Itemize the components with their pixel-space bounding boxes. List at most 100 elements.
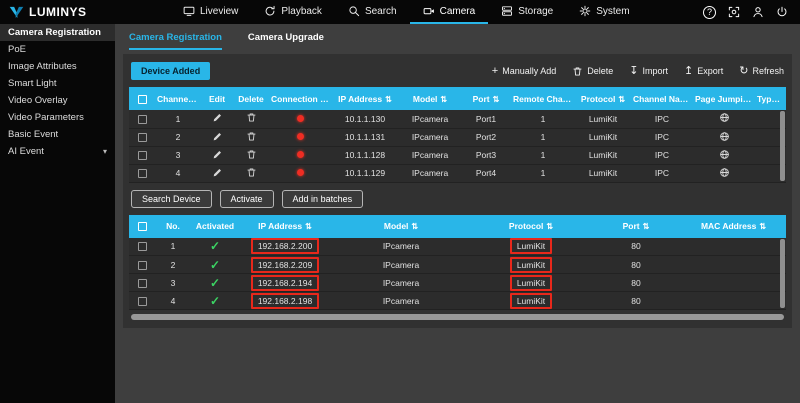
edit-pencil-icon[interactable] — [212, 131, 223, 142]
sidebar-item-video-parameters[interactable]: Video Parameters — [0, 109, 115, 126]
connection-status-dot — [297, 151, 304, 158]
col-protocol[interactable]: Protocol⇅ — [471, 215, 591, 238]
device-added-button[interactable]: Device Added — [131, 62, 210, 80]
col-channel[interactable]: Channel⇅ — [155, 87, 201, 110]
sidebar-item-camera-registration[interactable]: Camera Registration — [0, 24, 115, 41]
sort-icon: ⇅ — [385, 95, 392, 104]
nav-camera[interactable]: Camera — [410, 0, 489, 24]
delete-trash-icon[interactable] — [246, 167, 257, 178]
top-right-icons: ? — [703, 6, 800, 19]
protocol-cell: LumiKit — [575, 128, 631, 146]
sort-icon: ⇅ — [546, 222, 553, 231]
no-cell: 3 — [155, 274, 191, 292]
sidebar-item-video-overlay[interactable]: Video Overlay — [0, 92, 115, 109]
user-icon[interactable] — [752, 6, 764, 18]
col-remote-channel[interactable]: Remote Channel ...⇅ — [511, 87, 575, 110]
col-port[interactable]: Port⇅ — [461, 87, 511, 110]
sidebar-item-basic-event[interactable]: Basic Event — [0, 126, 115, 143]
page-jumping-globe-icon[interactable] — [719, 112, 730, 123]
sidebar-item-ai-event[interactable]: AI Event ▾ — [0, 143, 115, 160]
annotation-box: 192.168.2.198 — [251, 293, 319, 309]
select-all-checkbox[interactable] — [138, 222, 147, 231]
search-icon — [348, 5, 360, 17]
select-all-checkbox[interactable] — [138, 95, 147, 104]
search-table-header-row: No. Activated IP Address⇅ Model⇅ Protoco… — [129, 215, 786, 238]
table-row[interactable]: 2 10.1.1.131 IPcamera Port2 1 LumiKit IP… — [129, 128, 786, 146]
sidebar-item-poe[interactable]: PoE — [0, 41, 115, 58]
sidebar-item-smart-light[interactable]: Smart Light — [0, 75, 115, 92]
annotation-box: LumiKit — [510, 257, 552, 273]
row-checkbox[interactable] — [138, 242, 147, 251]
col-ip-address[interactable]: IP Address⇅ — [239, 215, 331, 238]
page-jumping-globe-icon[interactable] — [719, 131, 730, 142]
page-jumping-globe-icon[interactable] — [719, 167, 730, 178]
mac-address-cell — [681, 274, 786, 292]
delete-trash-icon[interactable] — [246, 131, 257, 142]
nav-search[interactable]: Search — [335, 0, 410, 24]
row-checkbox[interactable] — [138, 169, 147, 178]
manually-add-button[interactable]: + Manually Add — [492, 66, 556, 76]
col-activated: Activated — [191, 215, 239, 238]
col-edit: Edit — [201, 87, 233, 110]
nav-liveview[interactable]: Liveview — [170, 0, 251, 24]
protocol-cell: LumiKit — [471, 256, 591, 274]
row-checkbox[interactable] — [138, 279, 147, 288]
help-icon[interactable]: ? — [703, 6, 716, 19]
col-mac-address[interactable]: MAC Address⇅ — [681, 215, 786, 238]
table-row[interactable]: 4 10.1.1.129 IPcamera Port4 1 LumiKit IP… — [129, 164, 786, 182]
ip-address-cell: 10.1.1.131 — [331, 128, 399, 146]
vertical-scrollbar[interactable] — [780, 239, 785, 309]
add-in-batches-button[interactable]: Add in batches — [282, 190, 364, 208]
horizontal-scrollbar[interactable] — [131, 314, 784, 320]
vertical-scrollbar[interactable] — [780, 111, 785, 181]
plus-icon: + — [492, 66, 498, 76]
nav-system[interactable]: System — [566, 0, 642, 24]
port-cell: 80 — [591, 274, 681, 292]
edit-pencil-icon[interactable] — [212, 167, 223, 178]
col-channel-name[interactable]: Channel Name⇅ — [631, 87, 693, 110]
col-no: No. — [155, 215, 191, 238]
row-checkbox[interactable] — [138, 115, 147, 124]
col-model[interactable]: Model⇅ — [399, 87, 461, 110]
col-model[interactable]: Model⇅ — [331, 215, 471, 238]
edit-pencil-icon[interactable] — [212, 112, 223, 123]
model-cell: IPcamera — [331, 256, 471, 274]
delete-trash-icon[interactable] — [246, 149, 257, 160]
ip-address-cell: 10.1.1.128 — [331, 146, 399, 164]
nav-playback[interactable]: Playback — [251, 0, 335, 24]
tab-camera-registration[interactable]: Camera Registration — [129, 32, 222, 50]
col-port[interactable]: Port⇅ — [591, 215, 681, 238]
tab-camera-upgrade[interactable]: Camera Upgrade — [248, 32, 324, 50]
channel-cell: 1 — [155, 110, 201, 128]
search-device-button[interactable]: Search Device — [131, 190, 212, 208]
scan-icon[interactable] — [728, 6, 740, 18]
table-row[interactable]: 2 ✓ 192.168.2.209 IPcamera LumiKit 80 — [129, 256, 786, 274]
activate-button[interactable]: Activate — [220, 190, 274, 208]
row-checkbox[interactable] — [138, 297, 147, 306]
table-row[interactable]: 4 ✓ 192.168.2.198 IPcamera LumiKit 80 — [129, 292, 786, 310]
page-jumping-globe-icon[interactable] — [719, 149, 730, 160]
delete-button[interactable]: Delete — [572, 66, 613, 77]
protocol-cell: LumiKit — [575, 146, 631, 164]
table-row[interactable]: 3 10.1.1.128 IPcamera Port3 1 LumiKit IP… — [129, 146, 786, 164]
nav-storage[interactable]: Storage — [488, 0, 566, 24]
row-checkbox[interactable] — [138, 151, 147, 160]
export-button[interactable]: ↥ Export — [684, 66, 723, 76]
import-button[interactable]: ↧ Import — [629, 66, 668, 76]
col-type[interactable]: Type⇅ — [755, 87, 786, 110]
table-row[interactable]: 3 ✓ 192.168.2.194 IPcamera LumiKit 80 — [129, 274, 786, 292]
row-checkbox[interactable] — [138, 261, 147, 270]
sort-icon: ⇅ — [643, 222, 650, 231]
col-ip-address[interactable]: IP Address⇅ — [331, 87, 399, 110]
table-row[interactable]: 1 10.1.1.130 IPcamera Port1 1 LumiKit IP… — [129, 110, 786, 128]
table-row[interactable]: 1 ✓ 192.168.2.200 IPcamera LumiKit 80 — [129, 238, 786, 256]
refresh-button[interactable]: ↻ Refresh — [739, 66, 784, 76]
row-checkbox[interactable] — [138, 133, 147, 142]
sidebar-item-image-attributes[interactable]: Image Attributes — [0, 58, 115, 75]
col-protocol[interactable]: Protocol⇅ — [575, 87, 631, 110]
edit-pencil-icon[interactable] — [212, 149, 223, 160]
tab-bar: Camera Registration Camera Upgrade — [115, 24, 800, 50]
power-icon[interactable] — [776, 6, 788, 18]
delete-trash-icon[interactable] — [246, 112, 257, 123]
activated-check-icon: ✓ — [210, 258, 220, 272]
